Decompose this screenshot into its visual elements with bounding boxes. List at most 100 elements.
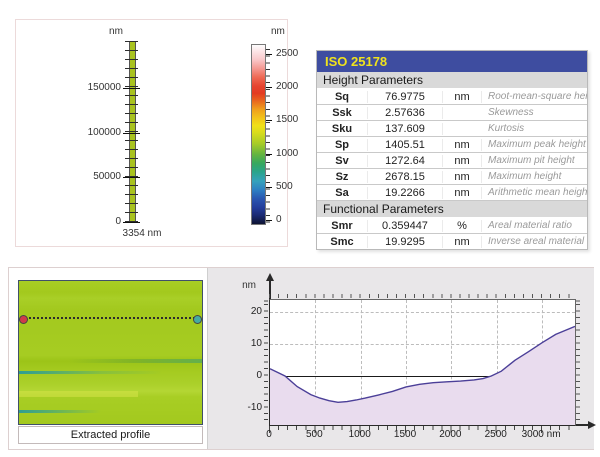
iso-25178-table: ISO 25178 Height ParametersSq76.9775nmRo… (316, 50, 588, 250)
parameter-name: Sv (317, 155, 368, 167)
parameter-row: Smc19.9295nmInverse areal material ratio (317, 234, 587, 249)
parameter-value: 19.9295 (368, 236, 443, 248)
colorbar-tick-label: 0 (276, 215, 308, 225)
parameter-unit: nm (443, 91, 482, 103)
colorbar-tick-label: 2500 (276, 49, 308, 59)
parameter-row: Sz2678.15nmMaximum height (317, 169, 587, 185)
parameter-description: Inverse areal material ratio (482, 236, 587, 247)
parameter-unit: nm (443, 139, 482, 151)
parameter-name: Sp (317, 139, 368, 151)
colorbar-major-tick (266, 220, 272, 221)
x-tick-label: 2500 (474, 429, 518, 440)
colorbar-major-tick (266, 187, 272, 188)
parameter-value: 0.359447 (368, 220, 443, 232)
parameter-value: 2678.15 (368, 171, 443, 183)
colorbar-major-tick (266, 154, 272, 155)
y-tick-label: -10 (234, 402, 262, 413)
y-minor-ticks (264, 299, 268, 424)
table-section-header: Height Parameters (317, 72, 587, 89)
parameter-value: 1405.51 (368, 139, 443, 151)
table-section-header: Functional Parameters (317, 201, 587, 218)
profile-chart-area: nm 050010001500200025003000 nm 20100-10 (207, 268, 594, 449)
colorbar-tick-label: 1500 (276, 115, 308, 125)
parameter-unit: nm (443, 236, 482, 248)
x-axis-arrow-icon (588, 421, 596, 429)
parameter-name: Smr (317, 220, 368, 232)
surface-streak (19, 371, 202, 374)
parameter-value: 76.9775 (368, 91, 443, 103)
surface-major-tick (123, 88, 140, 89)
parameter-unit: nm (443, 155, 482, 167)
parameter-name: Sku (317, 123, 368, 135)
parameter-description: Skewness (482, 107, 587, 118)
x-tick-label: 0 (247, 429, 291, 440)
profile-curve (270, 300, 575, 425)
x-tick-label: 3000 nm (519, 429, 563, 440)
y-tick-label: 10 (234, 338, 262, 349)
y-tick-label: 0 (234, 370, 262, 381)
surface-y-tick-label: 50000 (69, 172, 121, 182)
colorbar (251, 44, 266, 225)
surface-y-axis-unit: nm (104, 27, 128, 37)
profile-end-handle[interactable] (193, 315, 202, 324)
surface-strip-ticks (125, 41, 138, 223)
x-tick-label: 500 (292, 429, 336, 440)
parameter-description: Maximum height (482, 171, 587, 182)
parameter-description: Kurtosis (482, 123, 587, 134)
parameter-row: Sv1272.64nmMaximum pit height (317, 153, 587, 169)
parameter-value: 137.609 (368, 123, 443, 135)
surface-major-tick (123, 133, 140, 134)
table-body: Height ParametersSq76.9775nmRoot-mean-sq… (317, 72, 587, 249)
surface-streak (69, 359, 202, 363)
colorbar-unit: nm (271, 27, 295, 37)
parameter-unit: nm (443, 171, 482, 183)
surface-3d-panel: nm 150000 100000 50000 0 3354 nm nm 2500… (15, 19, 288, 247)
parameter-value: 19.2266 (368, 187, 443, 199)
parameter-row: Sku137.609 Kurtosis (317, 121, 587, 137)
parameter-name: Ssk (317, 107, 368, 119)
colorbar-major-tick (266, 120, 272, 121)
parameter-unit: % (443, 220, 482, 232)
parameter-description: Maximum pit height (482, 155, 587, 166)
parameter-description: Arithmetic mean height (482, 187, 587, 198)
colorbar-tick-label: 500 (276, 182, 308, 192)
parameter-description: Root-mean-square height (482, 91, 587, 102)
profile-study-panel: Extracted profile nm 0500100015002000250… (8, 267, 594, 450)
colorbar-tick-label: 1000 (276, 149, 308, 159)
surface-major-tick (123, 222, 140, 223)
parameter-row: Sq76.9775nmRoot-mean-square height (317, 89, 587, 105)
y-tick-label: 20 (234, 306, 262, 317)
x-tick-label: 1000 (338, 429, 382, 440)
x-tick-label: 2000 (428, 429, 472, 440)
y-axis-arrow-icon (266, 273, 274, 281)
surface-streak (19, 391, 138, 397)
parameter-name: Sq (317, 91, 368, 103)
parameter-name: Smc (317, 236, 368, 248)
parameter-name: Sz (317, 171, 368, 183)
surface-topview-image[interactable] (18, 280, 203, 425)
surface-y-tick-label: 100000 (69, 128, 121, 138)
chart-y-axis-unit: nm (236, 281, 256, 291)
colorbar-tick-label: 2000 (276, 82, 308, 92)
app-window: nm 150000 100000 50000 0 3354 nm nm 2500… (0, 0, 600, 457)
profile-extraction-line[interactable] (22, 317, 199, 319)
parameter-name: Sa (317, 187, 368, 199)
surface-major-tick (123, 177, 140, 178)
surface-streak (19, 410, 101, 413)
parameter-description: Maximum peak height (482, 139, 587, 150)
colorbar-major-tick (266, 54, 272, 55)
parameter-value: 2.57636 (368, 107, 443, 119)
profile-plot[interactable] (269, 299, 576, 426)
surface-x-axis-label: 3354 nm (108, 229, 176, 239)
profile-start-handle[interactable] (19, 315, 28, 324)
parameter-row: Smr0.359447%Areal material ratio (317, 218, 587, 234)
profile-caption: Extracted profile (18, 426, 203, 444)
y-right-ticks (576, 299, 580, 424)
table-title: ISO 25178 (317, 51, 587, 72)
parameter-unit: nm (443, 187, 482, 199)
top-ticks (269, 294, 575, 298)
colorbar-major-tick (266, 87, 272, 88)
colorbar-ticks (266, 44, 270, 223)
surface-y-tick-label: 150000 (69, 83, 121, 93)
parameter-row: Sp1405.51nmMaximum peak height (317, 137, 587, 153)
